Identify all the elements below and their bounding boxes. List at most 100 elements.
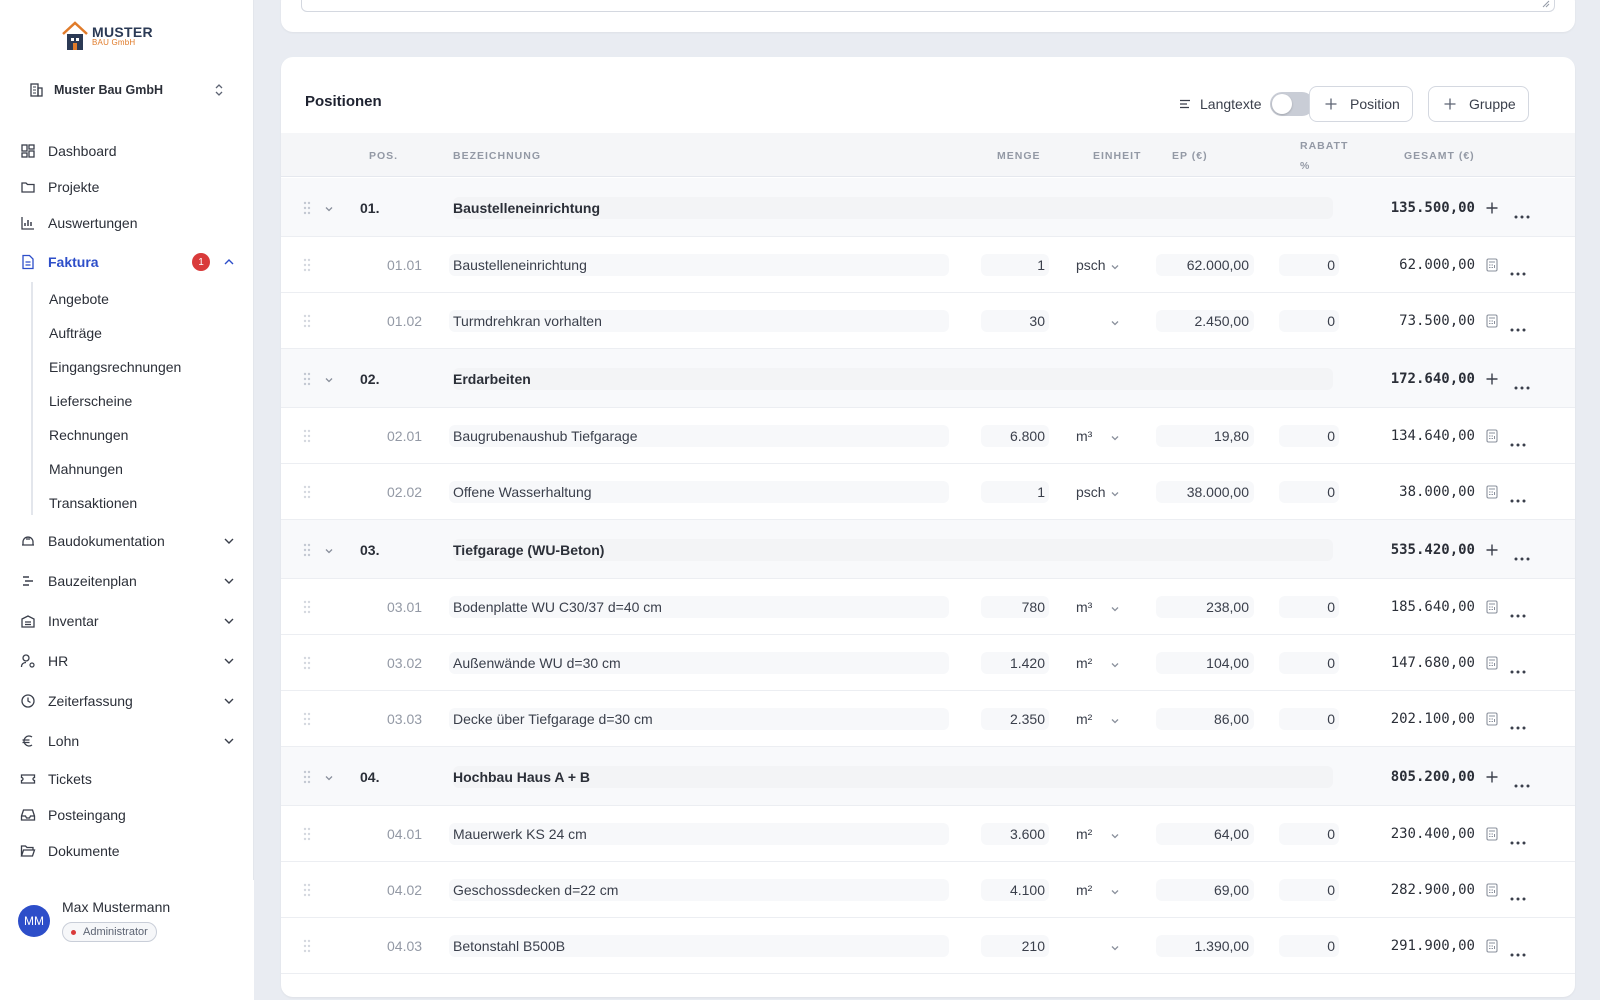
unit-dropdown-icon[interactable]	[1109, 829, 1119, 839]
calculator-icon[interactable]	[1486, 827, 1498, 841]
more-icon[interactable]	[1510, 661, 1526, 674]
more-icon[interactable]	[1514, 775, 1530, 787]
more-icon[interactable]	[1510, 717, 1526, 730]
drag-handle-icon[interactable]	[303, 883, 311, 897]
more-icon[interactable]	[1510, 263, 1526, 276]
drag-handle-icon[interactable]	[303, 600, 311, 614]
calculator-icon[interactable]	[1486, 429, 1498, 443]
item-row[interactable]: 03.03 Decke über Tiefgarage d=30 cm 2.350 m…	[281, 691, 1575, 747]
subnav-transaktionen[interactable]: Transaktionen	[40, 488, 240, 518]
more-icon[interactable]	[1514, 206, 1530, 218]
drag-handle-icon[interactable]	[303, 827, 311, 841]
collapse-chevron-icon[interactable]	[323, 202, 335, 214]
more-icon[interactable]	[1514, 377, 1530, 389]
calculator-icon[interactable]	[1486, 485, 1498, 499]
more-icon[interactable]	[1510, 944, 1526, 957]
unit-dropdown-icon[interactable]	[1109, 658, 1119, 668]
nav-auswertungen[interactable]: Auswertungen	[8, 206, 244, 240]
nav-baudokumentation[interactable]: Baudokumentation	[8, 524, 244, 558]
add-item-icon[interactable]	[1485, 201, 1499, 215]
calculator-icon[interactable]	[1486, 258, 1498, 272]
nav-posteingang[interactable]: Posteingang	[8, 798, 244, 832]
drag-handle-icon[interactable]	[303, 485, 311, 499]
notes-textarea[interactable]	[301, 0, 1555, 12]
calculator-icon[interactable]	[1486, 600, 1498, 614]
more-icon[interactable]	[1510, 832, 1526, 845]
item-row[interactable]: 04.02 Geschossdecken d=22 cm 4.100 m² 69,00 0…	[281, 862, 1575, 918]
calculator-icon[interactable]	[1486, 883, 1498, 897]
drag-handle-icon[interactable]	[303, 314, 311, 328]
unit-dropdown-icon[interactable]	[1109, 941, 1119, 951]
collapse-chevron-icon[interactable]	[323, 771, 335, 783]
nav-bauzeitenplan[interactable]: Bauzeitenplan	[8, 564, 244, 598]
more-icon[interactable]	[1510, 434, 1526, 447]
drag-handle-icon[interactable]	[303, 372, 311, 386]
unit-dropdown-icon[interactable]	[1109, 602, 1119, 612]
company-logo[interactable]: MUSTER BAU GmbH	[62, 20, 153, 52]
collapse-chevron-icon[interactable]	[323, 373, 335, 385]
item-row[interactable]: 04.03 Betonstahl B500B 210 1.390,00 0 291.900…	[281, 918, 1575, 974]
item-row[interactable]: 02.01 Baugrubenaushub Tiefgarage 6.800 m³ 19…	[281, 408, 1575, 464]
unit-dropdown-icon[interactable]	[1109, 487, 1119, 497]
subnav-mahnungen[interactable]: Mahnungen	[40, 454, 240, 484]
group-row[interactable]: 01. Baustelleneinrichtung 135.500,00	[281, 178, 1575, 237]
nav-hr[interactable]: HR	[8, 644, 244, 678]
add-item-icon[interactable]	[1485, 372, 1499, 386]
nav-lohn[interactable]: Lohn	[8, 724, 244, 758]
calculator-icon[interactable]	[1486, 314, 1498, 328]
more-icon[interactable]	[1510, 319, 1526, 332]
nav-projekte[interactable]: Projekte	[8, 170, 244, 204]
group-row[interactable]: 04. Hochbau Haus A + B 805.200,00	[281, 747, 1575, 806]
item-row[interactable]: 01.01 Baustelleneinrichtung 1 psch 62.000,00…	[281, 237, 1575, 293]
item-row[interactable]: 03.01 Bodenplatte WU C30/37 d=40 cm 780 m³ 2…	[281, 579, 1575, 635]
calculator-icon[interactable]	[1486, 939, 1498, 953]
add-item-icon[interactable]	[1485, 543, 1499, 557]
unit-dropdown-icon[interactable]	[1109, 316, 1119, 326]
drag-handle-icon[interactable]	[303, 429, 311, 443]
nav-faktura[interactable]: Faktura 1	[8, 245, 244, 279]
nav-dokumente[interactable]: Dokumente	[8, 834, 244, 868]
item-row[interactable]: 01.02 Turmdrehkran vorhalten 30 2.450,00 0 73…	[281, 293, 1575, 349]
user-profile[interactable]: MM Max Mustermann Administrator	[0, 880, 254, 1000]
clock-icon	[21, 694, 35, 708]
calculator-icon[interactable]	[1486, 712, 1498, 726]
subnav-rechnungen[interactable]: Rechnungen	[40, 420, 240, 450]
unit-dropdown-icon[interactable]	[1109, 260, 1119, 270]
more-icon[interactable]	[1514, 548, 1530, 560]
resize-handle-icon[interactable]	[1542, 0, 1550, 8]
unit-dropdown-icon[interactable]	[1109, 431, 1119, 441]
drag-handle-icon[interactable]	[303, 258, 311, 272]
calculator-icon[interactable]	[1486, 656, 1498, 670]
more-icon[interactable]	[1510, 888, 1526, 901]
nav-tickets[interactable]: Tickets	[8, 762, 244, 796]
unit-dropdown-icon[interactable]	[1109, 714, 1119, 724]
drag-handle-icon[interactable]	[303, 656, 311, 670]
drag-handle-icon[interactable]	[303, 201, 311, 215]
subnav-lieferscheine[interactable]: Lieferscheine	[40, 386, 240, 416]
more-icon[interactable]	[1510, 605, 1526, 618]
nav-inventar[interactable]: Inventar	[8, 604, 244, 638]
collapse-chevron-icon[interactable]	[323, 544, 335, 556]
subnav-angebote[interactable]: Angebote	[40, 284, 240, 314]
item-pos: 01.02	[387, 313, 423, 329]
group-row[interactable]: 02. Erdarbeiten 172.640,00	[281, 349, 1575, 408]
drag-handle-icon[interactable]	[303, 770, 311, 784]
drag-handle-icon[interactable]	[303, 712, 311, 726]
nav-zeiterfassung[interactable]: Zeiterfassung	[8, 684, 244, 718]
item-row[interactable]: 02.02 Offene Wasserhaltung 1 psch 38.000,00 0…	[281, 464, 1575, 520]
item-row[interactable]: 04.01 Mauerwerk KS 24 cm 3.600 m² 64,00 0 230.…	[281, 806, 1575, 862]
group-row[interactable]: 03. Tiefgarage (WU-Beton) 535.420,00	[281, 520, 1575, 579]
langtexte-toggle[interactable]	[1269, 92, 1314, 116]
more-icon[interactable]	[1510, 490, 1526, 503]
item-row[interactable]: 03.02 Außenwände WU d=30 cm 1.420 m² 104,00 0…	[281, 635, 1575, 691]
subnav-auftraege[interactable]: Aufträge	[40, 318, 240, 348]
drag-handle-icon[interactable]	[303, 543, 311, 557]
subnav-eingangsrechnungen[interactable]: Eingangsrechnungen	[40, 352, 240, 382]
nav-dashboard[interactable]: Dashboard	[8, 134, 244, 168]
add-group-button[interactable]: Gruppe	[1428, 86, 1529, 122]
company-switcher[interactable]: Muster Bau GmbH	[16, 72, 238, 108]
add-position-button[interactable]: Position	[1309, 86, 1413, 122]
drag-handle-icon[interactable]	[303, 939, 311, 953]
add-item-icon[interactable]	[1485, 770, 1499, 784]
unit-dropdown-icon[interactable]	[1109, 885, 1119, 895]
